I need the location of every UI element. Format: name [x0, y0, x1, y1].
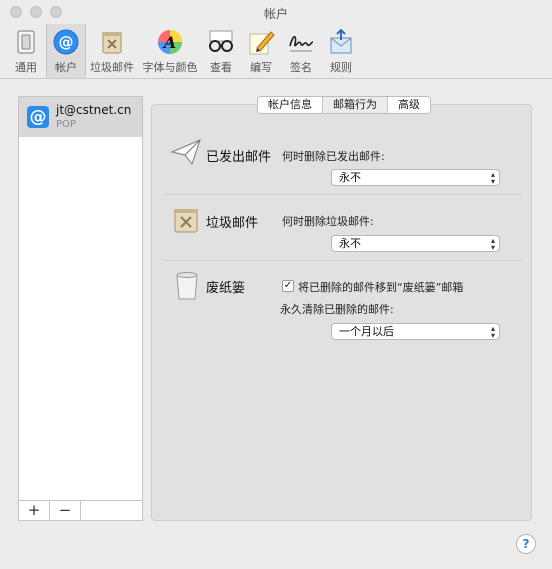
select-value: 永不	[339, 171, 361, 184]
rules-icon	[330, 28, 352, 54]
select-value: 一个月以后	[339, 325, 394, 338]
chevron-up-down-icon: ▴ ▾	[490, 324, 495, 340]
sent-delete-select[interactable]: 永不 ▴ ▾	[331, 169, 500, 186]
account-name: jt@cstnet.cn	[56, 103, 132, 117]
toolbar-label: 字体与颜色	[142, 61, 198, 74]
toolbar-signatures[interactable]: 签名	[282, 24, 320, 78]
at-icon: @	[53, 29, 79, 55]
divider	[163, 194, 521, 195]
sent-section-title: 已发出邮件	[206, 150, 272, 165]
trash-section-title: 废纸篓	[206, 281, 246, 296]
divider	[163, 260, 521, 261]
at-icon: @	[27, 106, 49, 128]
toolbar-fonts[interactable]: A 字体与颜色	[140, 24, 200, 78]
preferences-window: 帐户 通用 @ 帐户 垃圾邮件 A 字体与颜色 查看 编写 签名 规则 @ jt…	[0, 0, 552, 569]
account-list-item[interactable]: @ jt@cstnet.cn POP	[19, 97, 142, 137]
junk-section-title: 垃圾邮件	[206, 216, 259, 231]
sent-delete-label: 何时删除已发出邮件:	[282, 150, 385, 163]
help-button[interactable]: ?	[516, 534, 536, 554]
junk-delete-select[interactable]: 永不 ▴ ▾	[331, 235, 500, 252]
erase-deleted-select[interactable]: 一个月以后 ▴ ▾	[331, 323, 500, 340]
signature-icon	[289, 35, 314, 52]
toolbar-label: 垃圾邮件	[90, 61, 134, 74]
toolbar-junk[interactable]: 垃圾邮件	[86, 24, 138, 78]
switch-icon	[17, 30, 35, 54]
account-list-toolbar: + −	[19, 500, 142, 520]
junk-bin-icon	[102, 32, 122, 54]
junk-delete-label: 何时删除垃圾邮件:	[282, 215, 374, 228]
pencil-icon	[249, 31, 275, 55]
move-to-trash-label: 将已删除的邮件移到“废纸篓”邮箱	[298, 281, 464, 294]
account-type: POP	[56, 119, 76, 130]
toolbar-rules[interactable]: 规则	[322, 24, 360, 78]
remove-account-button[interactable]: −	[50, 501, 81, 520]
paper-plane-icon	[170, 139, 201, 166]
svg-text:A: A	[162, 33, 176, 52]
toolbar-label: 帐户	[55, 61, 77, 74]
toolbar-label: 签名	[290, 61, 312, 74]
toolbar-accounts[interactable]: @ 帐户	[46, 24, 86, 78]
font-icon: A	[158, 30, 182, 54]
toolbar-composing[interactable]: 编写	[242, 24, 280, 78]
tab-mailbox-behaviors[interactable]: 邮箱行为	[323, 97, 388, 113]
account-list: @ jt@cstnet.cn POP + −	[18, 96, 143, 521]
trash-can-icon	[176, 272, 198, 300]
add-account-button[interactable]: +	[19, 501, 50, 520]
glasses-icon	[209, 30, 233, 52]
chevron-up-down-icon: ▴ ▾	[490, 236, 495, 252]
toolbar-viewing[interactable]: 查看	[202, 24, 240, 78]
svg-text:@: @	[59, 33, 74, 51]
toolbar-label: 编写	[250, 61, 272, 74]
tab-advanced[interactable]: 高级	[388, 97, 430, 113]
move-to-trash-checkbox[interactable]: ✓	[282, 280, 294, 292]
junk-bin-icon	[174, 209, 198, 233]
toolbar: 通用 @ 帐户 垃圾邮件 A 字体与颜色 查看 编写 签名 规则	[0, 24, 552, 79]
toolbar-label: 查看	[210, 61, 232, 74]
chevron-up-down-icon: ▴ ▾	[490, 170, 495, 186]
tab-bar: 帐户信息 邮箱行为 高级	[257, 96, 431, 114]
toolbar-label: 通用	[15, 61, 37, 74]
toolbar-label: 规则	[330, 61, 352, 74]
toolbar-general[interactable]: 通用	[6, 24, 46, 78]
tab-account-info[interactable]: 帐户信息	[258, 97, 323, 113]
title-bar: 帐户	[0, 0, 552, 24]
select-value: 永不	[339, 237, 361, 250]
window-title: 帐户	[263, 7, 288, 21]
erase-deleted-label: 永久清除已删除的邮件:	[280, 303, 394, 316]
